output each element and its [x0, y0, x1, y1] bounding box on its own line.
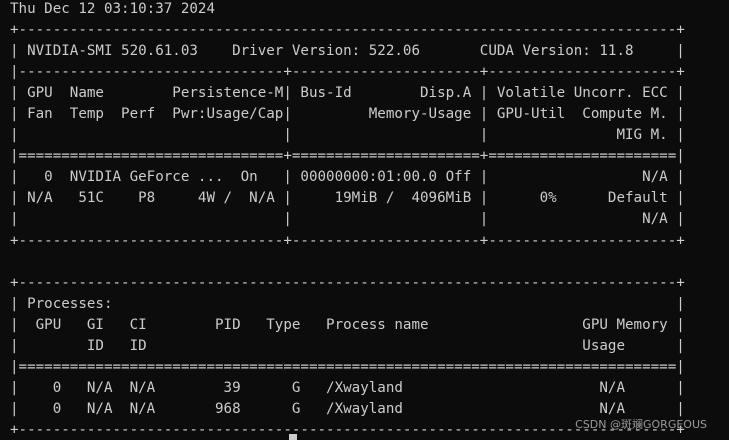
terminal-output: Thu Dec 12 03:10:37 2024 +---------------… — [10, 0, 685, 440]
watermark: CSDN @斑斓GORGEOUS — [575, 418, 707, 431]
gpu-header-row-2: | Fan Temp Perf Pwr:Usage/Cap| Memory-Us… — [10, 106, 685, 123]
terminal-window[interactable]: Thu Dec 12 03:10:37 2024 +---------------… — [0, 0, 729, 440]
gpu-header-row-3: | | | MIG M. | — [10, 127, 685, 144]
processes-top-border: +---------------------------------------… — [10, 274, 685, 291]
table-bottom-border: +-------------------------------+-------… — [10, 232, 685, 249]
gpu-row-2: | N/A 51C P8 4W / N/A | 19MiB / 4096MiB … — [10, 190, 685, 207]
table-top-border: +---------------------------------------… — [10, 22, 685, 39]
gpu-row-3: | | | N/A | — [10, 211, 685, 228]
processes-header-row-1: | GPU GI CI PID Type Process name GPU Me… — [10, 316, 685, 333]
processes-separator: |=======================================… — [10, 358, 685, 375]
processes-title: | Processes: | — [10, 295, 685, 312]
version-line: | NVIDIA-SMI 520.61.03 Driver Version: 5… — [10, 43, 685, 60]
gpu-header-row-1: | GPU Name Persistence-M| Bus-Id Disp.A … — [10, 85, 685, 102]
table-divider: |-------------------------------+-------… — [10, 64, 685, 81]
timestamp-line: Thu Dec 12 03:10:37 2024 — [10, 1, 215, 17]
text-cursor — [289, 434, 297, 440]
processes-header-row-2: | ID ID Usage | — [10, 337, 685, 354]
header-separator: |===============================+=======… — [10, 148, 685, 165]
process-row: | 0 N/A N/A 39 G /Xwayland N/A | — [10, 379, 685, 396]
gpu-row-1: | 0 NVIDIA GeForce ... On | 00000000:01:… — [10, 169, 685, 186]
